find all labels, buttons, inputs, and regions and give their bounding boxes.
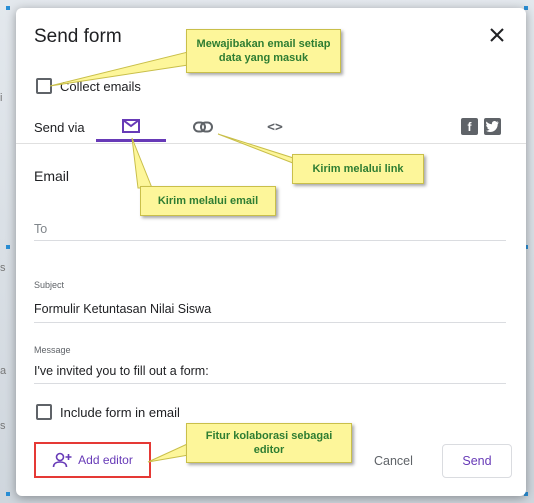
- add-person-icon: [52, 452, 72, 468]
- selection-handle: [6, 245, 10, 249]
- subject-underline: [34, 322, 506, 323]
- message-input[interactable]: I've invited you to fill out a form:: [34, 364, 209, 378]
- callout-send-email: Kirim melalui email: [140, 186, 276, 216]
- callout-send-link: Kirim melalui link: [292, 154, 424, 184]
- email-section-title: Email: [34, 168, 70, 184]
- facebook-icon[interactable]: f: [461, 118, 478, 135]
- send-button[interactable]: Send: [442, 444, 512, 478]
- to-field-placeholder[interactable]: To: [34, 222, 47, 236]
- embed-code-icon: <>: [267, 119, 283, 135]
- add-editor-button[interactable]: Add editor: [34, 442, 151, 478]
- include-form-label: Include form in email: [60, 405, 180, 420]
- message-underline: [34, 383, 506, 384]
- tab-email[interactable]: [96, 112, 166, 142]
- to-field-underline: [34, 240, 506, 241]
- link-icon: [193, 121, 213, 133]
- tab-link[interactable]: [168, 112, 238, 142]
- tab-divider: [16, 143, 526, 144]
- subject-input[interactable]: Formulir Ketuntasan Nilai Siswa: [34, 302, 211, 316]
- tab-embed[interactable]: <>: [240, 112, 310, 142]
- subject-label: Subject: [34, 280, 65, 290]
- cancel-button[interactable]: Cancel: [374, 454, 413, 468]
- collect-emails-checkbox[interactable]: [36, 78, 52, 94]
- include-form-checkbox[interactable]: [36, 404, 52, 420]
- close-icon[interactable]: [486, 24, 508, 46]
- message-label: Message: [34, 345, 71, 355]
- dialog-title: Send form: [34, 26, 122, 47]
- add-editor-label: Add editor: [78, 453, 133, 467]
- callout-collect-emails: Mewajibakan email setiap data yang masuk: [186, 29, 341, 73]
- callout-add-editor: Fitur kolaborasi sebagai editor: [186, 423, 352, 463]
- twitter-icon[interactable]: [484, 118, 501, 135]
- selection-handle: [6, 492, 10, 496]
- send-via-label: Send via: [34, 120, 85, 135]
- selection-handle: [6, 6, 10, 10]
- collect-emails-label: Collect emails: [60, 79, 141, 94]
- envelope-icon: [122, 118, 140, 133]
